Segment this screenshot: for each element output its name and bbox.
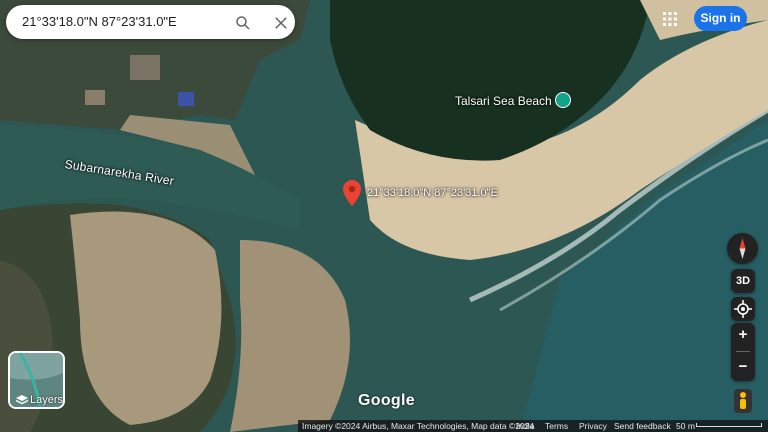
pegman-icon	[740, 392, 746, 409]
apps-grid-icon[interactable]	[663, 12, 677, 26]
my-location-icon	[734, 300, 752, 318]
beach-icon[interactable]	[555, 92, 571, 108]
close-icon[interactable]	[272, 14, 290, 32]
search-icon[interactable]	[234, 14, 252, 32]
3d-toggle-button[interactable]: 3D	[731, 269, 755, 293]
zoom-in-button[interactable]: +	[731, 324, 755, 348]
search-box[interactable]: 21°33'18.0"N 87°23'31.0"E	[6, 5, 295, 39]
scale-label[interactable]: 50 m	[676, 420, 695, 432]
compass-button[interactable]	[727, 233, 758, 264]
pin-coordinates-label: 21°33'18.0"N 87°23'31.0"E	[367, 187, 498, 199]
compass-icon	[739, 238, 746, 259]
layers-icon	[16, 395, 28, 405]
zoom-out-button[interactable]: −	[731, 356, 755, 380]
terms-link[interactable]: Terms	[545, 420, 568, 432]
my-location-button[interactable]	[731, 297, 755, 321]
zoom-control: + −	[731, 323, 755, 381]
privacy-link[interactable]: Privacy	[579, 420, 607, 432]
send-feedback-link[interactable]: Send feedback	[614, 420, 671, 432]
place-label[interactable]: Talsari Sea Beach	[455, 94, 552, 108]
footer-bar: Imagery ©2024 Airbus, Maxar Technologies…	[298, 420, 768, 432]
layers-label: Layers	[30, 394, 64, 406]
imagery-attribution: Imagery ©2024 Airbus, Maxar Technologies…	[302, 421, 535, 431]
scale-bar	[696, 423, 762, 427]
zoom-divider	[736, 351, 750, 352]
google-logo: Google	[358, 392, 415, 409]
sign-in-button[interactable]: Sign in	[694, 6, 747, 31]
satellite-map[interactable]	[0, 0, 768, 432]
layers-button[interactable]: Layers	[8, 351, 65, 409]
location-pin-icon[interactable]	[343, 180, 361, 206]
country-link[interactable]: India	[516, 420, 534, 432]
search-input[interactable]: 21°33'18.0"N 87°23'31.0"E	[22, 14, 222, 29]
pegman-button[interactable]	[734, 389, 752, 413]
